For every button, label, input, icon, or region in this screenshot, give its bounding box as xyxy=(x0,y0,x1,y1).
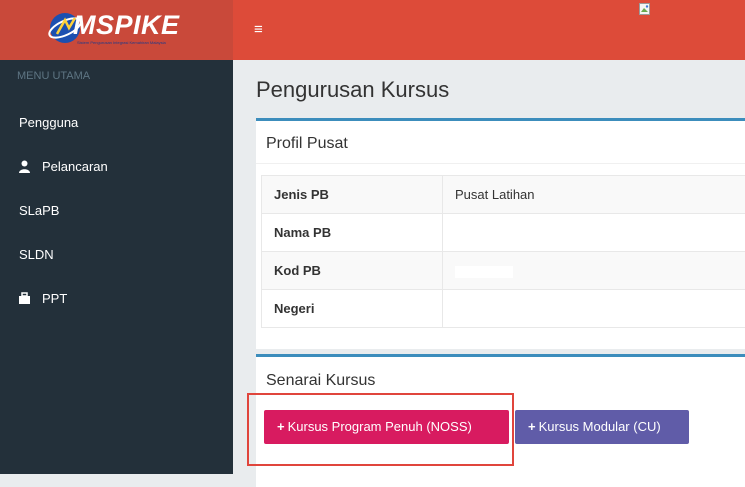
sidebar-item-label: SLDN xyxy=(19,247,54,262)
panel-title: Profil Pusat xyxy=(266,135,348,153)
top-navbar: ≡ xyxy=(233,0,745,60)
sidebar-item-label: SLaPB xyxy=(19,203,59,218)
user-icon xyxy=(19,160,30,173)
add-kursus-modular-button[interactable]: +Kursus Modular (CU) xyxy=(515,410,689,444)
table-row: Kod PB xyxy=(262,252,745,290)
table-row: Nama PB xyxy=(262,214,745,252)
mspike-logo: MSPIKE Sistem Pengurusan Integrasi Kemah… xyxy=(47,8,197,50)
row-key: Jenis PB xyxy=(262,176,443,214)
row-key: Nama PB xyxy=(262,214,443,252)
panel-divider xyxy=(256,163,745,164)
menu-toggle-icon[interactable]: ≡ xyxy=(254,22,263,37)
sidebar-item-label: Pelancaran xyxy=(42,159,108,174)
briefcase-icon xyxy=(19,292,30,305)
profil-pusat-panel: Profil Pusat Jenis PB Pusat Latihan Nama… xyxy=(256,118,745,349)
broken-image-icon xyxy=(639,3,650,15)
row-value xyxy=(443,252,745,290)
panel-title: Senarai Kursus xyxy=(266,372,375,390)
highlight-box xyxy=(247,393,514,466)
table-row: Negeri xyxy=(262,290,745,328)
row-value xyxy=(443,290,745,328)
logo-text: MSPIKE xyxy=(73,10,180,41)
sidebar-item-sldn[interactable]: SLDN xyxy=(0,238,233,274)
sidebar-item-slapb[interactable]: SLaPB xyxy=(0,194,233,230)
row-value: Pusat Latihan xyxy=(443,176,745,214)
sidebar-item-pelancaran[interactable]: Pelancaran xyxy=(0,150,233,186)
page-title: Pengurusan Kursus xyxy=(256,77,449,103)
plus-icon: + xyxy=(528,419,536,434)
sidebar-item-label: Pengguna xyxy=(19,115,78,130)
sidebar-item-label: PPT xyxy=(42,291,67,306)
row-key: Kod PB xyxy=(262,252,443,290)
logo-area[interactable]: MSPIKE Sistem Pengurusan Integrasi Kemah… xyxy=(0,0,233,60)
sidebar-item-pengguna[interactable]: Pengguna xyxy=(0,106,233,142)
row-key: Negeri xyxy=(262,290,443,328)
sidebar: MSPIKE Sistem Pengurusan Integrasi Kemah… xyxy=(0,0,233,474)
profil-table: Jenis PB Pusat Latihan Nama PB Kod PB Ne… xyxy=(261,175,745,328)
redacted-block xyxy=(455,266,513,278)
row-value xyxy=(443,214,745,252)
logo-tagline: Sistem Pengurusan Integrasi Kemahiran Ma… xyxy=(77,40,189,46)
sidebar-item-ppt[interactable]: PPT xyxy=(0,282,233,318)
table-row: Jenis PB Pusat Latihan xyxy=(262,176,745,214)
button-label: Kursus Modular (CU) xyxy=(539,419,661,434)
menu-header: MENU UTAMA xyxy=(17,70,90,82)
